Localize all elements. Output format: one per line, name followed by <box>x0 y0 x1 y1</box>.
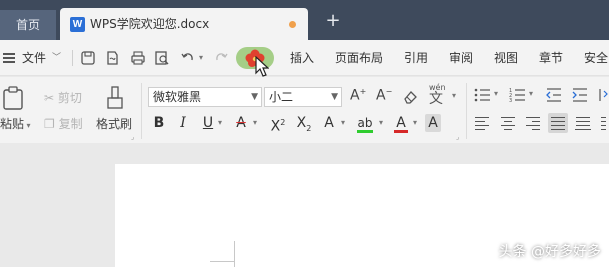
justify-icon[interactable] <box>548 113 568 133</box>
format-painter-button[interactable]: 格式刷 <box>96 115 132 132</box>
underline-dropdown-icon[interactable]: ▾ <box>215 114 225 132</box>
tab-document[interactable]: W WPS学院欢迎您.docx <box>60 8 308 40</box>
menu-insert[interactable]: 插入 <box>290 40 314 76</box>
undo-dropdown-chevron-icon[interactable]: ▾ <box>199 40 203 76</box>
underline-icon[interactable]: U <box>201 114 215 132</box>
format-painter-icon[interactable] <box>104 85 126 111</box>
hamburger-menu-icon[interactable] <box>3 53 15 63</box>
file-dropdown-chevron-icon[interactable]: ﹀ <box>52 40 61 76</box>
cut-button[interactable]: ✂ 剪切 <box>44 89 82 106</box>
font-size-value: 小二 <box>269 90 294 104</box>
phonetic-dropdown-icon[interactable]: ▾ <box>452 91 456 100</box>
phonetic-guide-button[interactable]: wén 文 <box>429 83 446 106</box>
unsaved-indicator-icon[interactable] <box>289 21 296 28</box>
numbered-list-icon[interactable]: 1 2 3 <box>509 87 527 103</box>
bullet-list-icon[interactable] <box>474 87 492 103</box>
font-size-dropdown-icon: ▼ <box>331 92 338 102</box>
font-dialog-launcher-icon[interactable]: ⌟ <box>456 133 459 141</box>
text-direction-icon[interactable] <box>597 87 609 103</box>
font-name-dropdown-icon: ▼ <box>251 92 258 102</box>
highlight-dropdown-icon[interactable]: ▾ <box>376 114 386 132</box>
text-effect-dropdown-icon[interactable]: ▾ <box>338 114 348 132</box>
menu-review[interactable]: 审阅 <box>449 40 473 76</box>
distributed-align-icon[interactable] <box>573 113 593 133</box>
align-right-icon[interactable] <box>523 113 543 133</box>
align-left-icon[interactable] <box>472 113 492 133</box>
strikethrough-icon[interactable]: A <box>233 114 249 132</box>
font-size-select[interactable]: 小二 ▼ <box>264 87 342 107</box>
font-name-select[interactable]: 微软雅黑 ▼ <box>148 87 262 107</box>
font-name-value: 微软雅黑 <box>153 90 202 104</box>
numbered-list-dropdown-icon[interactable]: ▾ <box>529 89 533 98</box>
phonetic-guide-icon: 文 <box>429 91 443 107</box>
highlight-icon[interactable]: ab <box>356 114 374 133</box>
divider <box>141 83 142 139</box>
decrease-indent-icon[interactable] <box>545 87 563 103</box>
font-color-dropdown-icon[interactable]: ▾ <box>410 114 420 132</box>
grow-font-icon[interactable]: A+ <box>350 87 366 104</box>
shrink-font-icon[interactable]: A− <box>376 87 392 104</box>
paste-label: 粘贴 <box>0 117 25 131</box>
superscript-icon[interactable]: X2 <box>268 114 288 135</box>
copy-label: 复制 <box>58 117 83 131</box>
clipboard-dialog-launcher-icon[interactable]: ⌟ <box>131 133 134 141</box>
save-icon[interactable] <box>80 50 96 66</box>
document-canvas[interactable]: 头条 @好多好多 <box>0 143 609 267</box>
cut-label: 剪切 <box>57 91 82 105</box>
align-center-icon[interactable] <box>498 113 518 133</box>
wps-writer-icon: W <box>70 17 85 32</box>
mouse-pointer-icon <box>255 56 269 77</box>
strikethrough-dropdown-icon[interactable]: ▾ <box>250 114 260 132</box>
menu-security[interactable]: 安全 <box>584 40 608 76</box>
text-effect-icon[interactable]: A <box>321 114 337 132</box>
menu-file[interactable]: 文件 <box>22 40 46 76</box>
character-shading-icon[interactable]: A <box>425 114 441 132</box>
subscript-icon[interactable]: X2 <box>294 114 314 133</box>
font-color-icon[interactable]: A <box>393 114 409 133</box>
bullet-list-dropdown-icon[interactable]: ▾ <box>494 89 498 98</box>
watermark: 头条 @好多好多 <box>498 244 601 260</box>
italic-icon[interactable]: I <box>176 114 190 132</box>
paste-icon[interactable] <box>2 85 24 111</box>
undo-icon[interactable] <box>180 50 196 66</box>
divider <box>72 50 73 66</box>
paste-button[interactable]: 粘贴 ▾ <box>0 115 31 132</box>
menu-chapter[interactable]: 章节 <box>539 40 563 76</box>
redo-icon[interactable] <box>213 50 229 66</box>
ribbon-toolbar: 粘贴 ▾ ✂ 剪切 ❐ 复制 格式刷 ⌟ 微软雅黑 ▼ 小二 ▼ A+ A− wén… <box>0 77 609 143</box>
menu-view[interactable]: 视图 <box>494 40 518 76</box>
bold-icon[interactable]: B <box>152 114 166 132</box>
copy-button[interactable]: ❐ 复制 <box>44 115 83 132</box>
menu-page-layout[interactable]: 页面布局 <box>335 40 383 76</box>
menu-bar: 文件 ﹀ ▾ 插入 页面布局 引用 审阅 视图 章节 安全 <box>0 40 609 77</box>
print-icon[interactable] <box>130 50 146 66</box>
line-spacing-icon[interactable] <box>598 113 609 133</box>
increase-indent-icon[interactable] <box>571 87 589 103</box>
output-pdf-icon[interactable] <box>104 50 120 66</box>
print-preview-icon[interactable] <box>154 50 170 66</box>
margin-corner-mark <box>234 241 235 267</box>
margin-corner-mark <box>210 261 234 262</box>
clear-format-icon[interactable] <box>402 89 418 105</box>
tab-bar: 首页 W WPS学院欢迎您.docx + <box>0 0 609 40</box>
document-tab-title: WPS学院欢迎您.docx <box>90 17 210 31</box>
copy-icon: ❐ <box>44 117 55 131</box>
scissors-icon: ✂ <box>44 91 55 105</box>
menu-references[interactable]: 引用 <box>404 40 428 76</box>
new-tab-button[interactable]: + <box>324 12 342 30</box>
svg-text:3: 3 <box>509 98 512 103</box>
tab-home[interactable]: 首页 <box>0 10 56 40</box>
divider <box>466 83 467 139</box>
